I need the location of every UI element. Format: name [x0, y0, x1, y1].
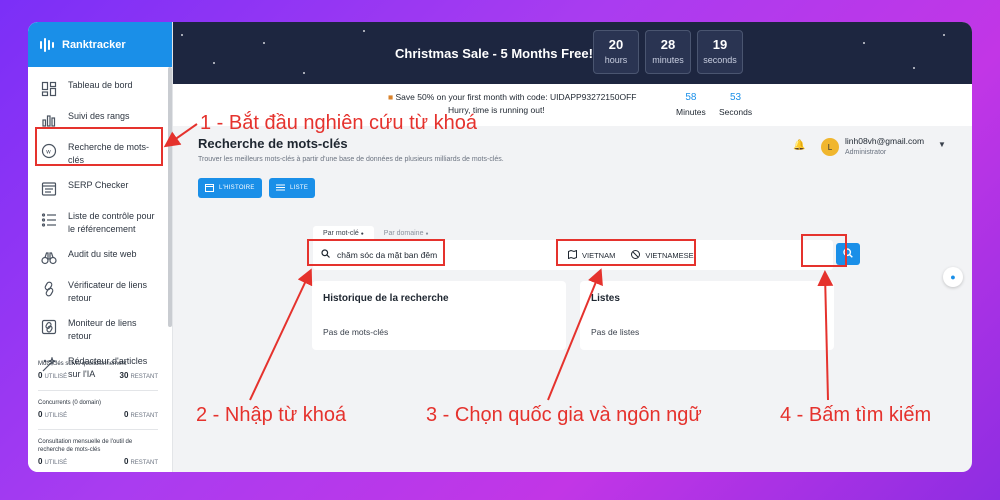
- dashboard-icon: [40, 80, 58, 98]
- gift-icon: ■: [388, 92, 394, 102]
- sale-banner[interactable]: Christmas Sale - 5 Months Free! 20 hours…: [173, 22, 972, 84]
- brand-logo[interactable]: Ranktracker: [28, 22, 172, 67]
- promo-seconds-label: Seconds: [719, 107, 753, 117]
- stat-remaining-label: RESTANT: [130, 413, 158, 419]
- sidebar-item-label: Tableau de bord: [68, 80, 133, 90]
- countdown-unit: seconds: [703, 55, 737, 65]
- annotation-step-4: 4 - Bấm tìm kiếm: [780, 404, 932, 426]
- promo-minutes-label: Minutes: [676, 107, 706, 117]
- stat-used-label: UTILISÉ: [44, 374, 68, 380]
- stat-title: Mots-clés suivis quotidiennement: [38, 361, 127, 367]
- sale-text: Christmas Sale - 5 Months Free!: [395, 46, 593, 61]
- sidebar-item-label: Vérificateur de liens retour: [68, 280, 148, 303]
- user-role: Administrator: [845, 149, 887, 156]
- stat-title: Concurrents (0 domain): [38, 400, 102, 406]
- card-title: Historique de la recherche: [323, 293, 449, 304]
- countdown-value: 19: [712, 37, 728, 52]
- stat-used-value: 0: [38, 410, 43, 419]
- binoculars-icon: [40, 249, 58, 267]
- stat-daily-keywords: Mots-clés suivis quotidiennement 0 UTILIS…: [38, 360, 158, 380]
- sidebar-item-dashboard[interactable]: Tableau de bord: [28, 73, 172, 104]
- highlight-keyword-input: [307, 239, 445, 266]
- highlight-keyword-research: [35, 127, 163, 166]
- search-history-card: Historique de la recherche Pas de mots-c…: [312, 281, 566, 350]
- stat-used-value: 0: [38, 371, 43, 380]
- stat-remaining-value: 0: [123, 410, 129, 419]
- usage-stats: Mots-clés suivis quotidiennement 0 UTILIS…: [28, 360, 168, 472]
- stat-remaining-label: RESTANT: [130, 374, 158, 380]
- logo-bars-icon: [40, 37, 54, 52]
- user-email: linh08vh@gmail.com: [845, 136, 925, 146]
- countdown-minutes: 28 minutes: [645, 30, 691, 74]
- link-icon: [40, 280, 58, 298]
- promo-seconds: 53 Seconds: [719, 92, 752, 117]
- page-subtitle: Trouver les meilleurs mots-clés à partir…: [198, 156, 504, 163]
- stat-title: Consultation mensuelle de l'outil de rec…: [38, 439, 133, 453]
- sidebar-nav: Tableau de bord Suivi des rangs w Recher…: [28, 67, 172, 387]
- stat-remaining-value: 30: [119, 371, 129, 380]
- checklist-icon: [40, 211, 58, 229]
- sidebar-item-label: Audit du site web: [68, 249, 137, 259]
- annotation-step-3: 3 - Chọn quốc gia và ngôn ngữ: [426, 404, 702, 426]
- promo-seconds-value: 53: [729, 92, 742, 103]
- sidebar-item-backlink-monitor[interactable]: Moniteur de liens retour: [28, 311, 172, 349]
- countdown-hours: 20 hours: [593, 30, 639, 74]
- link-monitor-icon: [40, 318, 58, 336]
- sidebar-item-site-audit[interactable]: Audit du site web: [28, 242, 172, 273]
- countdown-value: 20: [608, 37, 624, 52]
- stat-remaining-label: RESTANT: [130, 460, 158, 466]
- chevron-down-icon[interactable]: ▼: [938, 140, 946, 149]
- bell-icon[interactable]: 🔔: [793, 140, 805, 151]
- sidebar-item-label: SERP Checker: [68, 180, 129, 190]
- avatar: L: [821, 138, 839, 156]
- lists-card: Listes Pas de listes: [580, 281, 834, 350]
- stat-remaining-value: 0: [123, 457, 129, 466]
- sidebar-item-label: Moniteur de liens retour: [68, 318, 137, 341]
- countdown-unit: minutes: [652, 55, 684, 65]
- countdown-unit: hours: [604, 55, 628, 65]
- annotation-step-1: 1 - Bắt đầu nghiên cứu từ khoá: [200, 112, 477, 134]
- card-body: Pas de mots-clés: [323, 327, 389, 337]
- list-button-label: LISTE: [290, 185, 309, 191]
- list-icon: [276, 183, 285, 194]
- sidebar-item-backlink-checker[interactable]: Vérificateur de liens retour: [28, 273, 172, 311]
- promo-minutes: 58 Minutes: [676, 92, 706, 117]
- countdown-value: 28: [660, 37, 676, 52]
- stat-used-label: UTILISÉ: [44, 460, 68, 466]
- user-menu[interactable]: L linh08vh@gmail.com Administrator: [821, 136, 924, 156]
- promo-line: ■ Save 50% on your first month with code…: [388, 92, 636, 102]
- promo-code-text: Save 50% on your first month with code: …: [395, 92, 637, 102]
- card-body: Pas de listes: [591, 327, 640, 337]
- countdown-seconds: 19 seconds: [697, 30, 743, 74]
- highlight-search-button: [801, 234, 847, 267]
- stat-monthly-lookups: Consultation mensuelle de l'outil de rec…: [38, 438, 158, 466]
- assistant-bubble-icon[interactable]: ●: [943, 267, 963, 287]
- list-button[interactable]: LISTE: [269, 178, 316, 198]
- serp-icon: [40, 180, 58, 198]
- sidebar: Ranktracker Tableau de bord Suivi des ra…: [28, 22, 173, 472]
- sidebar-item-label: Liste de contrôle pour le référencement: [68, 211, 155, 234]
- promo-minutes-value: 58: [685, 92, 697, 103]
- sidebar-scrollbar[interactable]: [168, 67, 172, 327]
- stat-used-label: UTILISÉ: [44, 413, 68, 419]
- history-button[interactable]: L'HISTOIRE: [198, 178, 262, 198]
- sidebar-item-label: Suivi des rangs: [68, 111, 130, 121]
- calendar-icon: [205, 183, 214, 194]
- stat-competitors: Concurrents (0 domain) 0 UTILISÉ 0 RESTANT: [38, 399, 158, 419]
- history-button-label: L'HISTOIRE: [219, 185, 255, 191]
- stat-used-value: 0: [38, 457, 43, 466]
- card-title: Listes: [591, 293, 620, 304]
- highlight-location-selector: [556, 239, 696, 266]
- page-title: Recherche de mots-clés: [198, 136, 348, 151]
- sidebar-item-serp-checker[interactable]: SERP Checker: [28, 173, 172, 204]
- brand-name: Ranktracker: [62, 38, 126, 51]
- annotation-step-2: 2 - Nhập từ khoá: [196, 404, 347, 426]
- sidebar-item-seo-checklist[interactable]: Liste de contrôle pour le référencement: [28, 204, 172, 242]
